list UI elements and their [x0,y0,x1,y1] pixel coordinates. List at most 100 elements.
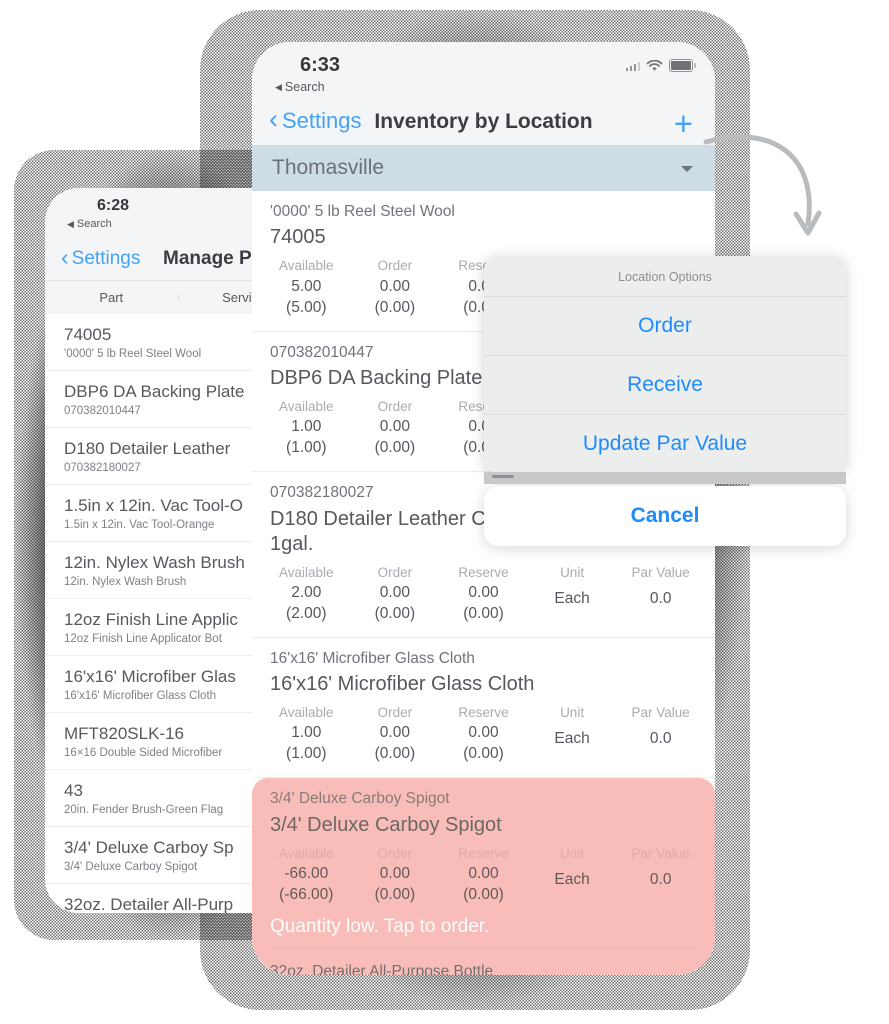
metric-header: Order [377,845,413,861]
status-time: 6:33 [300,54,341,76]
metric-available: Available 2.00 (2.00) [262,563,351,625]
status-back-to-search[interactable]: ◀ Search [67,218,112,230]
metric-value: 0.00 [379,724,410,742]
metric-value: Each [554,870,590,888]
metric-order: Order 0.00 (0.00) [351,256,440,318]
action-cancel-button[interactable]: Cancel [484,486,846,546]
metric-value-alt: (0.00) [463,745,504,763]
divider [270,947,697,949]
chevron-down-icon [681,166,693,172]
front-status-bar: 6:33 ◀ Search [252,42,715,97]
inventory-item-name: 74005 [270,226,326,249]
back-triangle-icon: ◀ [67,218,74,229]
metric-value-alt: (5.00) [286,298,327,316]
inventory-item[interactable]: 16'x16' Microfiber Glass Cloth 16'x16' M… [252,638,715,779]
inventory-item-subtitle: '0000' 5 lb Reel Steel Wool [270,203,455,220]
metric-value: 0.0 [649,589,672,607]
metric-reserve: Reserve 0.00 (0.00) [439,703,528,765]
metric-order: Order 0.00 (0.00) [351,563,440,625]
metric-header: Unit [560,705,585,721]
metric-header: Par Value [631,845,690,861]
metric-value-alt: (1.00) [286,745,327,763]
action-sheet-scrollbar[interactable] [484,472,846,484]
metric-value-alt: (0.00) [374,298,416,316]
metric-par-value: Par Value 0.0 [616,844,705,906]
metric-value: Each [554,730,590,748]
inventory-item-metrics: Available -66.00 (-66.00) Order 0.00 (0.… [252,838,715,914]
metric-value-alt: (0.00) [374,745,416,763]
location-selector[interactable]: Thomasville [252,145,715,191]
metric-value: 1.00 [291,418,322,436]
metric-header: Order [377,258,413,274]
metric-value-alt: (0.00) [374,885,416,903]
front-nav-bar: ‹ Settings Inventory by Location + [252,97,715,145]
inventory-item[interactable]: 32oz. Detailer All-Purpose Bottle [252,952,715,975]
metric-value: 0.00 [468,724,499,742]
metric-value-alt: (1.00) [286,439,327,457]
metric-value: 0.00 [468,864,499,882]
metric-par-value: Par Value 0.0 [616,563,705,625]
metric-header: Reserve [458,705,509,721]
metric-unit: Unit Each [528,563,617,625]
metric-value-alt: (-66.00) [279,885,334,903]
back-nav-back-button[interactable]: ‹ Settings [61,244,141,271]
metric-value: 0.00 [379,277,410,295]
chevron-left-icon: ‹ [61,244,69,270]
metric-value: 0.00 [379,583,410,601]
inventory-item-subtitle: 16'x16' Microfiber Glass Cloth [270,649,475,667]
metric-header: Available [279,845,334,861]
add-item-button[interactable]: + [674,107,693,140]
metric-header: Available [279,564,334,580]
action-update-par-value-button[interactable]: Update Par Value [484,415,846,473]
metric-value: Each [554,589,590,607]
battery-icon [669,59,696,72]
location-options-action-sheet: Location Options Order Receive Update Pa… [484,256,846,546]
metric-header: Order [377,564,413,580]
metric-unit: Unit Each [528,844,617,906]
metric-value: 0.00 [468,583,499,601]
action-sheet-title: Location Options [484,256,846,297]
page-title: Inventory by Location [374,110,593,133]
metric-value: 1.00 [291,724,322,742]
inventory-item-metrics: Available 2.00 (2.00) Order 0.00 (0.00) … [252,557,715,633]
low-stock-warning: Quantity low. Tap to order. [270,915,490,937]
metric-value-alt: (0.00) [463,885,504,903]
status-back-label: Search [76,218,112,230]
metric-value: 0.00 [379,864,410,882]
metric-value: 2.00 [291,583,322,601]
metric-reserve: Reserve 0.00 (0.00) [439,563,528,625]
back-nav-back-label: Settings [71,247,141,269]
action-order-button[interactable]: Order [484,297,846,356]
metric-unit: Unit Each [528,703,617,765]
status-time: 6:28 [97,197,130,214]
metric-header: Reserve [458,845,509,861]
metric-par-value: Par Value 0.0 [616,703,705,765]
metric-value: 0.00 [379,418,410,436]
back-triangle-icon: ◀ [275,81,282,92]
metric-header: Par Value [631,705,690,721]
metric-header: Order [377,705,413,721]
metric-header: Available [279,258,334,274]
metric-header: Available [279,399,334,415]
metric-order: Order 0.00 (0.00) [351,703,440,765]
action-sheet-card: Location Options Order Receive Update Pa… [484,256,846,473]
metric-header: Unit [560,564,585,580]
metric-order: Order 0.00 (0.00) [351,397,440,459]
metric-available: Available 5.00 (5.00) [262,256,351,318]
screenshot-stage: 6:28 ◀ Search ‹ Settings Manage Par Part… [0,0,889,1024]
metric-value: 0.0 [649,730,672,748]
metric-value: 5.00 [291,277,322,295]
status-back-to-search[interactable]: ◀ Search [275,80,325,94]
inventory-item-low-stock[interactable]: 3/4' Deluxe Carboy Spigot 3/4' Deluxe Ca… [252,778,715,953]
metric-header: Reserve [458,564,509,580]
wifi-icon [646,59,663,72]
action-receive-button[interactable]: Receive [484,356,846,415]
inventory-item-subtitle: 3/4' Deluxe Carboy Spigot [270,790,450,808]
metric-reserve: Reserve 0.00 (0.00) [439,844,528,906]
metric-header: Unit [560,845,585,861]
inventory-item-name: 3/4' Deluxe Carboy Spigot [270,813,502,836]
status-back-label: Search [284,80,325,94]
segment-part[interactable]: Part [45,290,178,305]
metric-value-alt: (0.00) [374,604,416,622]
metric-value-alt: (2.00) [286,604,327,622]
